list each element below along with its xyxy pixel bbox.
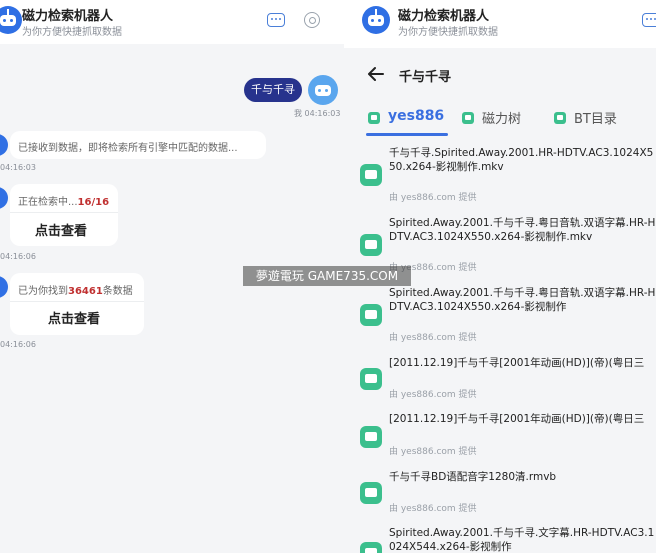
robot-icon [362,6,390,34]
result-title[interactable]: [2011.12.19]千与千寻[2001年动画(HD)](帝)(粤日三语) [389,412,656,426]
magnet-source-icon [360,234,382,256]
bot-message-text: 已接收到数据，即将检索所有引擎中匹配的数据... [18,143,238,154]
result-title[interactable]: Spirited.Away.2001.千与千寻.粤日音轨.双语字幕.HR-HDT… [389,286,656,314]
result-item[interactable]: Spirited.Away.2001.千与千寻.粤日音轨.双语字幕.HR-HDT… [344,286,656,348]
result-title[interactable]: 千与千寻BD语配音字1280清.rmvb [389,470,656,484]
magnet-source-icon [360,304,382,326]
bot-message-timestamp: 04:16:03 [0,163,36,172]
hexagon-settings-icon[interactable] [304,12,320,28]
bot-search-progress-card[interactable]: 正在检索中...16/16 点击查看 [10,184,118,246]
magnet-source-icon [360,542,382,553]
result-title[interactable]: Spirited.Away.2001.千与千寻.文字幕.HR-HDTV.AC3.… [389,526,656,553]
bot-avatar [0,134,8,156]
user-message-bubble: 千与千寻 [244,78,302,102]
watermark: 夢遊電玩 GAME735.COM [243,266,411,286]
app-subtitle: 为你方便快捷抓取数据 [22,27,122,38]
result-source: 由 yes886.com 提供 [389,447,477,457]
result-title[interactable]: Spirited.Away.2001.千与千寻.粤日音轨.双语字幕.HR-HDT… [389,216,656,244]
bot-avatar [0,276,8,298]
source-icon [554,112,566,124]
source-icon [462,112,474,124]
bot-results-count-card[interactable]: 已为你找到36461条数据 点击查看 [10,273,144,335]
result-title[interactable]: [2011.12.19]千与千寻[2001年动画(HD)](帝)(粤日三语) [389,356,656,370]
view-results-link[interactable]: 点击查看 [48,308,100,327]
more-dots-icon[interactable] [267,13,285,27]
tab-label: BT目录 [574,112,617,127]
card-divider [10,301,144,302]
user-avatar [308,75,338,105]
bot-avatar [0,187,8,209]
back-arrow-icon[interactable] [366,64,386,84]
bot-message-timestamp: 04:16:06 [0,340,36,349]
result-source: 由 yes886.com 提供 [389,504,477,514]
magnet-source-icon [360,482,382,504]
search-progress-count: 16/16 [77,197,110,208]
user-message-timestamp: 我 04:16:03 [294,109,341,118]
tab-label: 磁力树 [482,112,522,127]
result-item[interactable]: 千与千寻.Spirited.Away.2001.HR-HDTV.AC3.1024… [344,146,656,208]
source-icon [368,112,380,124]
magnet-source-icon [360,426,382,448]
more-dots-icon[interactable] [642,13,656,27]
bot-message-timestamp: 04:16:06 [0,252,36,261]
result-source: 由 yes886.com 提供 [389,390,477,400]
result-item[interactable]: 千与千寻BD语配音字1280清.rmvb 由 yes886.com 提供 [344,470,656,520]
view-results-link[interactable]: 点击查看 [35,220,87,239]
result-item[interactable]: [2011.12.19]千与千寻[2001年动画(HD)](帝)(粤日三语) 由… [344,356,656,406]
app-subtitle: 为你方便快捷抓取数据 [398,27,498,38]
chat-header: 磁力检索机器人 为你方便快捷抓取数据 [0,0,344,44]
tab-label: yes886 [388,108,445,124]
active-tab-indicator [366,133,448,136]
result-item[interactable]: Spirited.Away.2001.千与千寻.文字幕.HR-HDTV.AC3.… [344,526,656,553]
magnet-source-icon [360,164,382,186]
source-tabs: yes886 磁力树 BT目录 [344,100,656,136]
results-app-header: 磁力检索机器人 为你方便快捷抓取数据 [344,0,656,48]
bot-message-card: 已接收到数据，即将检索所有引擎中匹配的数据... [10,131,266,159]
app-title: 磁力检索机器人 [398,9,490,24]
result-source: 由 yes886.com 提供 [389,333,477,343]
results-count-text: 已为你找到36461条数据 [18,286,133,297]
robot-icon [0,6,22,34]
results-count-number: 36461 [68,286,103,297]
result-item[interactable]: [2011.12.19]千与千寻[2001年动画(HD)](帝)(粤日三语) 由… [344,412,656,462]
magnet-source-icon [360,368,382,390]
result-source: 由 yes886.com 提供 [389,193,477,203]
search-progress-text: 正在检索中...16/16 [18,197,110,208]
result-title[interactable]: 千与千寻.Spirited.Away.2001.HR-HDTV.AC3.1024… [389,146,656,174]
card-divider [10,212,118,213]
app-title: 磁力检索机器人 [22,9,114,24]
results-page-title: 千与千寻 [399,70,452,85]
